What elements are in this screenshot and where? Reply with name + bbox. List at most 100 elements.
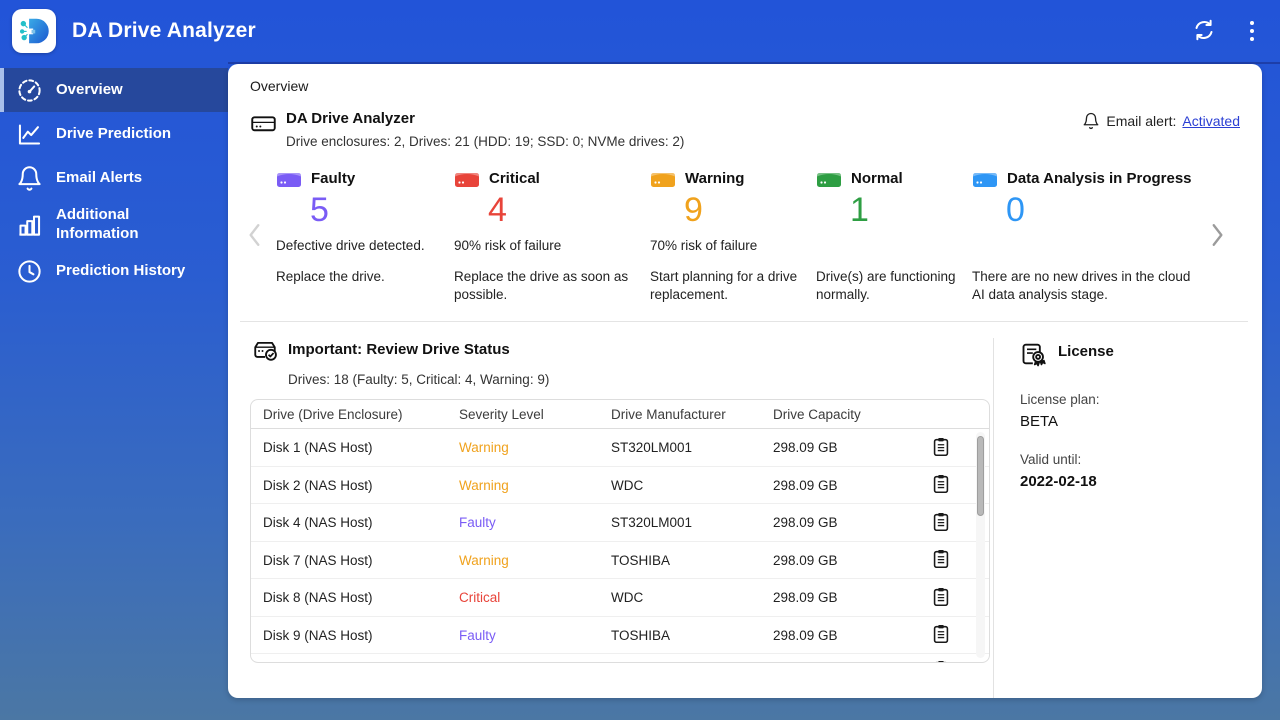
drive-report-button[interactable] xyxy=(929,548,953,572)
refresh-button[interactable] xyxy=(1188,14,1220,49)
status-card-recommendation: Replace the drive. xyxy=(276,269,385,285)
status-card-count: 5 xyxy=(310,191,329,229)
table-row: Disk 8 (NAS Host) Critical WDC 298.09 GB xyxy=(251,579,989,617)
status-card: Critical 4 90% risk of failure Replace t… xyxy=(454,169,642,303)
carousel-next-button[interactable] xyxy=(1204,215,1230,258)
manufacturer-cell: WDC xyxy=(611,477,644,493)
bell-icon xyxy=(16,165,43,192)
summary-title: DA Drive Analyzer xyxy=(286,110,415,127)
license-valid-label: Valid until: xyxy=(1020,452,1082,468)
review-subtitle: Drives: 18 (Faulty: 5, Critical: 4, Warn… xyxy=(288,372,550,388)
license-panel: License License plan: BETA Valid until: … xyxy=(993,338,1262,698)
drive-name-cell: Disk 4 (NAS Host) xyxy=(263,515,373,531)
status-card: Warning 9 70% risk of failure Start plan… xyxy=(650,169,808,303)
status-card-count: 0 xyxy=(1006,191,1025,229)
more-menu-button[interactable] xyxy=(1246,17,1259,46)
email-alert: Email alert: Activated xyxy=(1082,112,1240,130)
page-title: Overview xyxy=(250,78,309,94)
column-header: Drive Manufacturer xyxy=(611,406,726,422)
drive-name-cell: Disk 8 (NAS Host) xyxy=(263,590,373,606)
table-scrollbar-thumb[interactable] xyxy=(977,436,984,517)
capacity-cell: 298.09 GB xyxy=(773,440,838,456)
clipboard-icon xyxy=(930,475,952,498)
license-plan-value: BETA xyxy=(1020,413,1059,431)
main-content: Overview DA Drive Analyzer Drive enclosu… xyxy=(228,62,1280,720)
drive-status-icon xyxy=(650,169,676,188)
email-alert-label: Email alert: xyxy=(1106,113,1177,129)
review-drive-status-section: Important: Review Drive Status Drives: 1… xyxy=(228,338,993,698)
sidebar-item-label: Overview xyxy=(56,80,123,98)
severity-cell: Warning xyxy=(459,552,509,568)
drive-name-cell: Disk 2 (NAS Host) xyxy=(263,477,373,493)
clipboard-icon xyxy=(930,437,952,461)
manufacturer-cell: ST320LM001 xyxy=(611,515,693,531)
status-card-description: 70% risk of failure xyxy=(650,238,758,254)
drive-status-icon xyxy=(454,169,480,188)
app-title: DA Drive Analyzer xyxy=(72,19,256,42)
sidebar-item-label: Email Alerts xyxy=(56,168,143,186)
section-divider xyxy=(240,321,1248,323)
severity-cell: Faulty xyxy=(459,627,496,643)
license-title: License xyxy=(1058,343,1114,361)
chevron-left-icon xyxy=(242,223,268,258)
drive-report-button[interactable] xyxy=(929,623,953,647)
capacity-cell: 298.09 GB xyxy=(773,627,838,643)
license-plan-label: License plan: xyxy=(1020,392,1100,408)
status-card: Normal 1 Drive(s) are functioning normal… xyxy=(816,169,964,303)
drive-status-icon xyxy=(972,169,998,188)
license-valid-value: 2022-02-18 xyxy=(1020,473,1097,491)
status-card: Data Analysis in Progress 0 There are no… xyxy=(972,169,1196,303)
status-card-label: Faulty xyxy=(311,170,356,187)
drive-name-cell: Disk 1 (NAS Host) xyxy=(263,440,373,456)
chart-line-icon xyxy=(16,121,43,148)
table-row: Disk 4 (NAS Host) Faulty ST320LM001 298.… xyxy=(251,504,989,542)
sidebar: Overview Drive Prediction Email Alerts A… xyxy=(0,62,228,720)
status-card-recommendation: Drive(s) are functioning normally. xyxy=(816,269,956,302)
refresh-icon xyxy=(1192,18,1216,45)
sidebar-item-label: Additional Information xyxy=(56,206,139,242)
table-row-partial xyxy=(251,654,989,663)
da-logo-icon xyxy=(19,18,49,44)
clipboard-icon xyxy=(930,512,952,536)
drive-table-header: Drive (Drive Enclosure) Severity Level D… xyxy=(251,400,989,430)
email-alert-status-link[interactable]: Activated xyxy=(1182,113,1240,129)
drive-name-cell: Disk 7 (NAS Host) xyxy=(263,552,373,568)
capacity-cell: 298.09 GB xyxy=(773,477,838,493)
sidebar-item-prediction-history[interactable]: Prediction History xyxy=(0,250,228,294)
manufacturer-cell: ST320LM001 xyxy=(611,440,693,456)
drive-enclosure-icon xyxy=(250,110,277,137)
status-card-description xyxy=(972,238,1196,255)
sidebar-item-email-alerts[interactable]: Email Alerts xyxy=(0,156,228,200)
table-row: Disk 9 (NAS Host) Faulty TOSHIBA 298.09 … xyxy=(251,617,989,655)
status-card-description: Defective drive detected. xyxy=(276,238,425,254)
column-header: Drive Capacity xyxy=(773,406,861,422)
drive-report-button[interactable] xyxy=(929,511,953,535)
license-icon xyxy=(1020,340,1050,367)
status-card-recommendation: Replace the drive as soon as possible. xyxy=(454,269,629,302)
drive-check-icon xyxy=(250,338,280,364)
status-card-recommendation: Start planning for a drive replacement. xyxy=(650,269,798,302)
drive-report-button[interactable] xyxy=(929,659,953,663)
sidebar-item-drive-prediction[interactable]: Drive Prediction xyxy=(0,112,228,156)
severity-cell: Critical xyxy=(459,590,501,606)
column-header: Severity Level xyxy=(459,406,544,422)
sidebar-item-label: Drive Prediction xyxy=(56,124,172,142)
chevron-right-icon xyxy=(1204,223,1230,258)
table-row: Disk 1 (NAS Host) Warning ST320LM001 298… xyxy=(251,429,989,467)
carousel-prev-button[interactable] xyxy=(242,215,268,258)
status-card-label: Normal xyxy=(851,170,903,187)
drive-report-button[interactable] xyxy=(929,436,953,460)
status-carousel: Faulty 5 Defective drive detected. Repla… xyxy=(228,149,1262,303)
capacity-cell: 298.09 GB xyxy=(773,552,838,568)
sidebar-item-additional-information[interactable]: Additional Information xyxy=(0,200,228,250)
status-card-description xyxy=(816,238,964,255)
sidebar-item-overview[interactable]: Overview xyxy=(0,68,228,112)
capacity-cell: 298.09 GB xyxy=(773,590,838,606)
status-card-recommendation: There are no new drives in the cloud AI … xyxy=(972,269,1191,302)
status-card-count: 9 xyxy=(684,191,703,229)
drive-report-button[interactable] xyxy=(929,586,953,610)
clipboard-icon xyxy=(930,550,952,573)
drive-report-button[interactable] xyxy=(929,473,953,497)
sidebar-item-label: Prediction History xyxy=(56,262,186,280)
bar-chart-icon xyxy=(16,211,43,238)
